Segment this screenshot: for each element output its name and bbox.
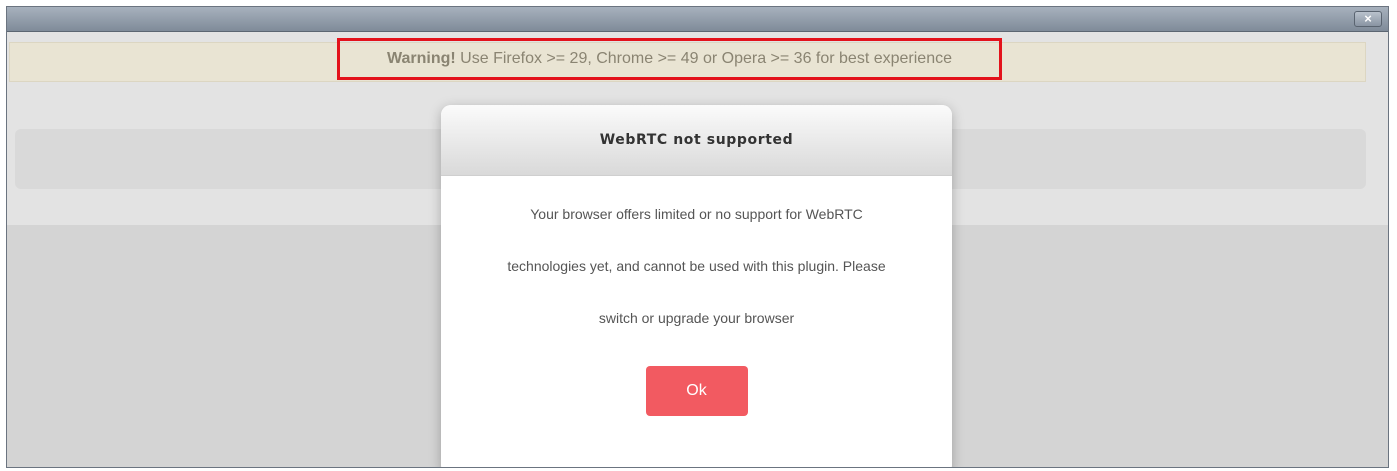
warning-text: Use Firefox >= 29, Chrome >= 49 or Opera… [455,50,952,67]
warning-highlight-box: Warning! Use Firefox >= 29, Chrome >= 49… [337,38,1002,80]
webrtc-dialog: WebRTC not supported Your browser offers… [441,105,952,467]
dialog-body: Your browser offers limited or no suppor… [441,176,952,416]
close-button[interactable]: × [1354,11,1382,27]
dialog-header: WebRTC not supported [441,105,952,176]
page-content: Warning! Use Firefox >= 29, Chrome >= 49… [7,32,1388,467]
dialog-message-line: technologies yet, and cannot be used wit… [507,258,886,274]
title-bar: × [7,7,1388,32]
dialog-message-line: switch or upgrade your browser [598,310,795,326]
ok-button[interactable]: Ok [645,366,748,416]
close-icon: × [1364,11,1372,26]
warning-label: Warning! [386,50,456,67]
dialog-message-line: Your browser offers limited or no suppor… [530,206,863,222]
app-window: × Warning! Use Firefox >= 29, Chrome >= … [6,6,1389,468]
dialog-title: WebRTC not supported [599,132,794,148]
